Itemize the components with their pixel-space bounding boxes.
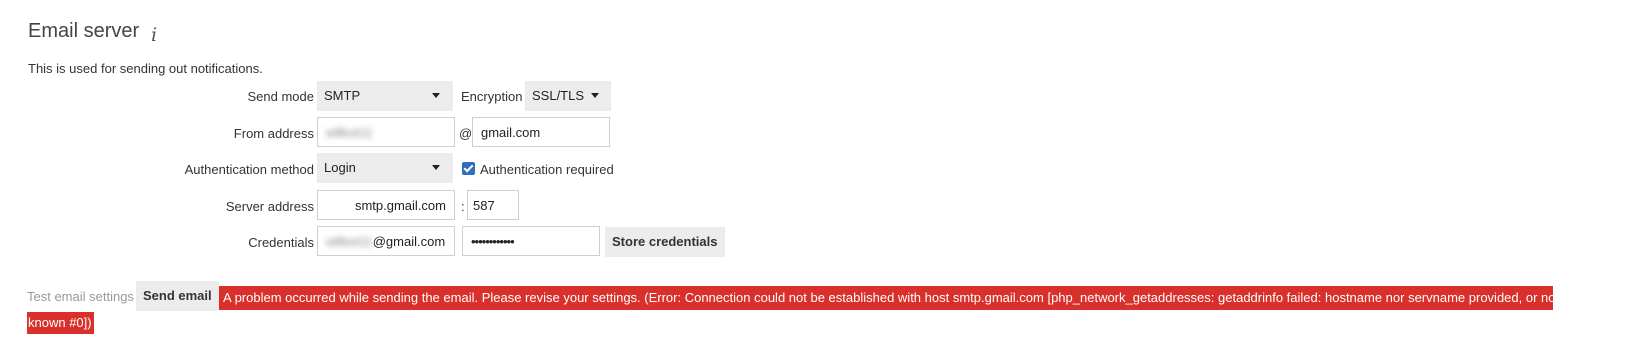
from-address-user-input[interactable]: wllbot11	[317, 117, 455, 147]
send-mode-label: Send mode	[247, 89, 315, 104]
server-port-value: 587	[473, 198, 495, 213]
encryption-label: Encryption	[461, 89, 523, 104]
credentials-password-value: ••••••••••••	[471, 234, 515, 249]
store-credentials-button[interactable]: Store credentials	[605, 227, 725, 257]
error-message-line-1: A problem occurred while sending the ema…	[219, 286, 1553, 310]
auth-method-select[interactable]: Login	[317, 153, 453, 183]
chevron-down-icon	[432, 165, 440, 170]
send-mode-select[interactable]: SMTP	[317, 81, 453, 111]
auth-method-value: Login	[324, 160, 356, 175]
server-address-label: Server address	[225, 199, 314, 214]
credentials-username-input[interactable]: wllbot11@gmail.com	[317, 226, 455, 256]
server-port-input[interactable]: 587	[467, 190, 519, 220]
info-icon[interactable]: i	[151, 24, 157, 46]
encryption-select[interactable]: SSL/TLS	[525, 81, 611, 111]
at-separator: @	[459, 126, 473, 141]
section-title: Email server	[28, 20, 140, 42]
from-address-domain-input[interactable]: gmail.com	[472, 117, 610, 147]
server-host-input[interactable]: smtp.gmail.com	[317, 190, 455, 220]
auth-required-checkbox[interactable]	[462, 162, 475, 175]
credentials-username-blurred: wllbot11	[326, 234, 373, 249]
from-address-label: From address	[233, 126, 314, 141]
colon-separator: :	[461, 199, 465, 214]
section-description: This is used for sending out notificatio…	[28, 61, 263, 76]
credentials-label: Credentials	[248, 235, 314, 250]
chevron-down-icon	[591, 93, 599, 98]
credentials-password-input[interactable]: ••••••••••••	[462, 226, 600, 256]
chevron-down-icon	[432, 93, 440, 98]
auth-required-label[interactable]: Authentication required	[480, 162, 614, 177]
error-message: A problem occurred while sending the ema…	[0, 286, 1636, 338]
server-host-value: smtp.gmail.com	[354, 198, 446, 213]
credentials-username-domain: @gmail.com	[372, 234, 446, 249]
encryption-value: SSL/TLS	[532, 88, 585, 103]
auth-method-label: Authentication method	[184, 162, 314, 177]
error-message-line-2: known #0])	[27, 312, 94, 334]
from-address-domain-value: gmail.com	[481, 125, 541, 140]
from-address-user-value: wllbot11	[326, 125, 373, 140]
send-mode-value: SMTP	[324, 88, 361, 103]
